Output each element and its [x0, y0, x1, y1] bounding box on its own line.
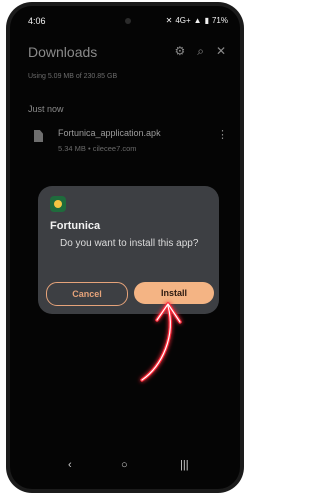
page-title: Downloads [28, 44, 98, 60]
phone-frame: 4:06 ✕ 4G+ ▲ ▮ 71% Downloads ⚙ ⌕ ✕ Using… [6, 2, 244, 493]
signal-icon: ▲ [193, 16, 202, 25]
cancel-button[interactable]: Cancel [46, 282, 128, 306]
battery-level: 71% [211, 16, 228, 25]
screen: 4:06 ✕ 4G+ ▲ ▮ 71% Downloads ⚙ ⌕ ✕ Using… [10, 6, 240, 489]
section-label: Just now [28, 104, 64, 114]
network-label: 4G+ [175, 16, 191, 25]
front-camera [125, 18, 131, 24]
battery-icon: ▮ [204, 16, 209, 25]
back-icon[interactable]: ‹ [68, 459, 72, 471]
recents-icon[interactable]: ||| [180, 459, 189, 471]
navigation-bar: ‹ ○ ||| [10, 457, 240, 477]
file-icon [34, 130, 43, 142]
download-item[interactable]: Fortunica_application.apk 5.34 MB • cile… [28, 128, 228, 158]
close-icon[interactable]: ✕ [216, 44, 226, 59]
dialog-question: Do you want to install this app? [60, 238, 199, 249]
file-meta: 5.34 MB • cilecee7.com [58, 144, 137, 153]
install-dialog: Fortunica Do you want to install this ap… [38, 186, 219, 314]
install-button[interactable]: Install [134, 282, 214, 304]
gear-icon[interactable]: ⚙ [174, 44, 185, 59]
home-icon[interactable]: ○ [121, 459, 128, 471]
mute-icon: ✕ [165, 16, 173, 25]
search-icon[interactable]: ⌕ [197, 44, 204, 59]
status-icons: ✕ 4G+ ▲ ▮ 71% [166, 16, 228, 25]
more-options-icon[interactable]: ⋮ [217, 128, 228, 141]
status-bar: 4:06 ✕ 4G+ ▲ ▮ 71% [10, 16, 240, 32]
dialog-app-name: Fortunica [50, 220, 101, 232]
status-time: 4:06 [28, 16, 46, 26]
app-header: Downloads ⚙ ⌕ ✕ [10, 42, 240, 64]
file-name: Fortunica_application.apk [58, 128, 161, 138]
header-actions: ⚙ ⌕ ✕ [174, 44, 226, 59]
storage-usage: Using 5.09 MB of 230.85 GB [28, 73, 118, 80]
app-icon [50, 196, 66, 212]
